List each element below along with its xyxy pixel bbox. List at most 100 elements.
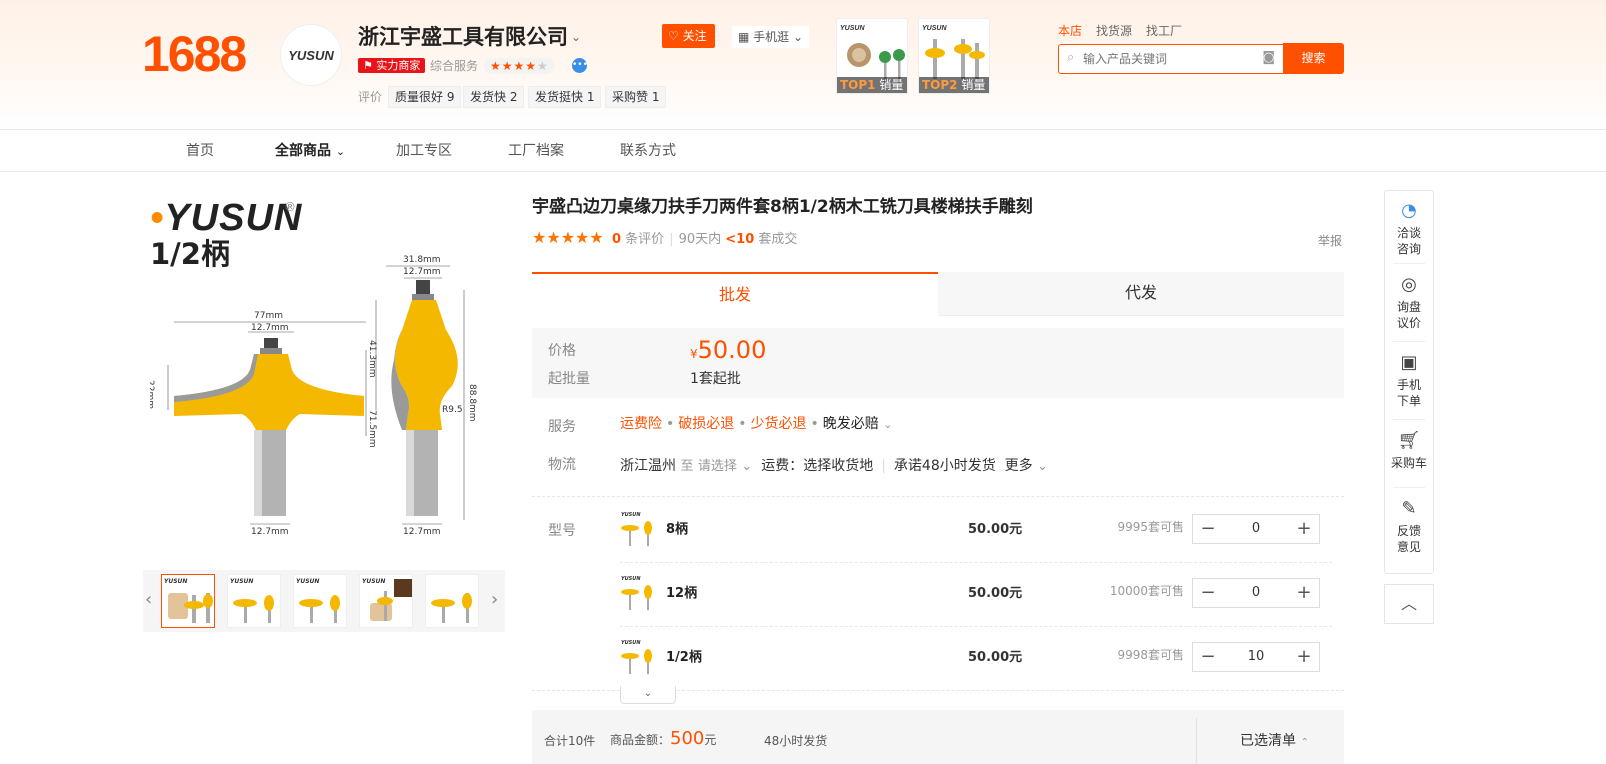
service-label: 综合服务 xyxy=(430,59,479,73)
sidebar-mobile-order[interactable]: ▣ 手机 下单 xyxy=(1385,353,1433,409)
minus-button[interactable]: − xyxy=(1193,643,1223,671)
chevron-down-icon[interactable]: ⌄ xyxy=(741,459,752,474)
search-input[interactable] xyxy=(1083,45,1253,73)
service-shortage-return[interactable]: 少货必退 xyxy=(751,416,807,432)
product-main-image[interactable]: 77mm 12.7mm 22mm 12.7mm 31.8mm 12.7mm 41… xyxy=(150,250,510,550)
search-tab-factory[interactable]: 找工厂 xyxy=(1146,24,1182,38)
sku-row: YUSUN 8柄 50.00元 9995套可售 − 0 + xyxy=(620,498,1332,560)
deal-label: 套成交 xyxy=(758,232,798,247)
divider xyxy=(1393,263,1425,264)
svg-text:YUSUN: YUSUN xyxy=(840,25,865,32)
chevron-down-icon: ⌄ xyxy=(335,145,346,158)
svg-text:YUSUN: YUSUN xyxy=(296,578,319,585)
expand-more-icon[interactable]: ⌄ xyxy=(620,686,676,704)
quantity-value[interactable]: 0 xyxy=(1223,579,1289,607)
plus-button[interactable]: + xyxy=(1289,643,1319,671)
search-tab-shop[interactable]: 本店 xyxy=(1058,24,1082,38)
back-to-top-button[interactable]: ︿ xyxy=(1384,584,1434,624)
shop-logo[interactable]: YUSUN xyxy=(280,24,342,86)
cart-icon: 🛒︎ xyxy=(1397,430,1421,451)
service-freight-insurance[interactable]: 运费险 xyxy=(620,416,662,432)
eval-tag: 质量很好 9 xyxy=(388,86,462,108)
camera-icon[interactable]: ◙ xyxy=(1262,50,1275,65)
quantity-stepper: − 0 + xyxy=(1192,514,1320,544)
ship-time: 48小时发货 xyxy=(764,734,828,748)
thumbnail[interactable]: YUSUN xyxy=(359,574,413,628)
thumbnail[interactable]: YUSUN xyxy=(161,574,215,628)
chevron-down-icon[interactable]: ⌄ xyxy=(883,418,892,431)
nav-contact[interactable]: 联系方式 xyxy=(620,130,676,172)
service-stars: ★★★★★ xyxy=(484,58,555,74)
svg-text:YUSUN: YUSUN xyxy=(362,578,385,585)
tab-wholesale[interactable]: 批发 xyxy=(532,272,938,316)
dim-right-shank: 12.7mm xyxy=(403,527,441,537)
review-label: 条评价 xyxy=(625,232,665,247)
divider xyxy=(1393,419,1425,420)
sidebar-chat[interactable]: ◔ 洽谈 咨询 xyxy=(1385,201,1433,257)
quantity-value[interactable]: 0 xyxy=(1223,515,1289,543)
nav-all-products[interactable]: 全部商品 ⌄ xyxy=(275,130,345,173)
nav-processing[interactable]: 加工专区 xyxy=(396,130,452,172)
mobile-browse-button[interactable]: ▦ 手机逛 ⌄ xyxy=(732,26,810,48)
chevron-down-icon[interactable]: ⌄ xyxy=(1037,459,1048,474)
search-tab-source[interactable]: 找货源 xyxy=(1096,24,1132,38)
shop-logo-text: YUSUN xyxy=(288,47,334,63)
thumbnail[interactable]: YUSUN xyxy=(293,574,347,628)
eval-tag: 发货快 2 xyxy=(463,86,525,108)
quantity-stepper: − 0 + xyxy=(1192,578,1320,608)
plus-button[interactable]: + xyxy=(1289,515,1319,543)
chevron-up-icon: ︿ xyxy=(1400,594,1417,613)
minus-button[interactable]: − xyxy=(1193,515,1223,543)
plus-button[interactable]: + xyxy=(1289,579,1319,607)
sidebar-inquiry[interactable]: ◎ 询盘 议价 xyxy=(1385,275,1433,331)
thumbnail[interactable] xyxy=(425,574,479,628)
sidebar-cart[interactable]: 🛒︎ 采购车 xyxy=(1385,431,1433,471)
tab-dropship[interactable]: 代发 xyxy=(938,272,1344,316)
sidebar-feedback[interactable]: ✎ 反馈 意见 xyxy=(1385,499,1433,555)
sku-thumb: YUSUN xyxy=(621,576,652,610)
chat-icon[interactable]: ••• xyxy=(572,58,588,73)
chevron-right-icon[interactable]: › xyxy=(491,588,498,612)
origin: 浙江温州 xyxy=(620,458,676,474)
moq-value: 1套起批 xyxy=(690,371,741,387)
top-sales-item-1[interactable]: YUSUN TOP1 销量 xyxy=(836,18,908,94)
sku-name: 1/2柄 xyxy=(666,650,702,665)
quantity-value[interactable]: 10 xyxy=(1223,643,1289,671)
search-icon: ⌕ xyxy=(1067,50,1075,65)
eval-tag: 采购赞 1 xyxy=(605,86,667,108)
company-name[interactable]: 浙江宇盛工具有限公司 xyxy=(358,22,568,52)
search-box: ⌕ ◙ xyxy=(1058,44,1284,74)
follow-button[interactable]: ♡ 关注 xyxy=(662,24,715,48)
chevron-down-icon[interactable]: ⌄ xyxy=(571,30,581,44)
nav-factory-profile[interactable]: 工厂档案 xyxy=(508,130,564,172)
review-count[interactable]: 0 xyxy=(612,232,621,247)
logistics-line: 浙江温州 至 请选择 ⌄ 运费：选择收货地 | 承诺48小时发货 更多 ⌄ xyxy=(620,458,1049,474)
qrcode-icon: ▣ xyxy=(1400,352,1418,373)
service-late-compensate[interactable]: 晚发必赔 xyxy=(823,416,879,432)
svg-text:YUSUN: YUSUN xyxy=(621,512,641,518)
dim-right-bore: 12.7mm xyxy=(403,267,441,277)
site-logo[interactable]: 1688 xyxy=(142,24,247,84)
brand-logo: •YUSUN xyxy=(150,197,303,239)
chevron-left-icon[interactable]: ‹ xyxy=(145,588,152,612)
destination-select[interactable]: 请选择 xyxy=(698,459,737,474)
right-router-bit xyxy=(375,265,465,525)
minus-button[interactable]: − xyxy=(1193,579,1223,607)
logistics-label: 物流 xyxy=(548,457,576,473)
svg-text:YUSUN: YUSUN xyxy=(621,640,641,646)
service-list: 运费险 • 破损必退 • 少货必退 • 晚发必赔 ⌄ xyxy=(620,416,893,432)
dim-right-mid: 41.3mm xyxy=(367,340,377,378)
quantity-stepper: − 10 + xyxy=(1192,642,1320,672)
search-button[interactable]: 搜索 xyxy=(1283,43,1344,74)
top-sales-item-2[interactable]: YUSUN TOP2 销量 xyxy=(918,18,990,94)
nav-home[interactable]: 首页 xyxy=(186,130,214,172)
thumbnail[interactable]: YUSUN xyxy=(227,574,281,628)
sku-price: 50.00元 xyxy=(968,650,1023,665)
report-link[interactable]: 举报 xyxy=(1318,232,1342,249)
product-title: 宇盛凸边刀桌缘刀扶手刀两件套8柄1/2柄木工铣刀具楼梯扶手雕刻 xyxy=(532,197,1033,217)
selected-list-button[interactable]: 已选清单 ⌃ xyxy=(1240,730,1309,750)
more-link[interactable]: 更多 xyxy=(1005,458,1033,474)
service-label: 服务 xyxy=(548,419,576,435)
deal-count: <10 xyxy=(725,232,755,247)
service-damage-return[interactable]: 破损必退 xyxy=(678,416,734,432)
